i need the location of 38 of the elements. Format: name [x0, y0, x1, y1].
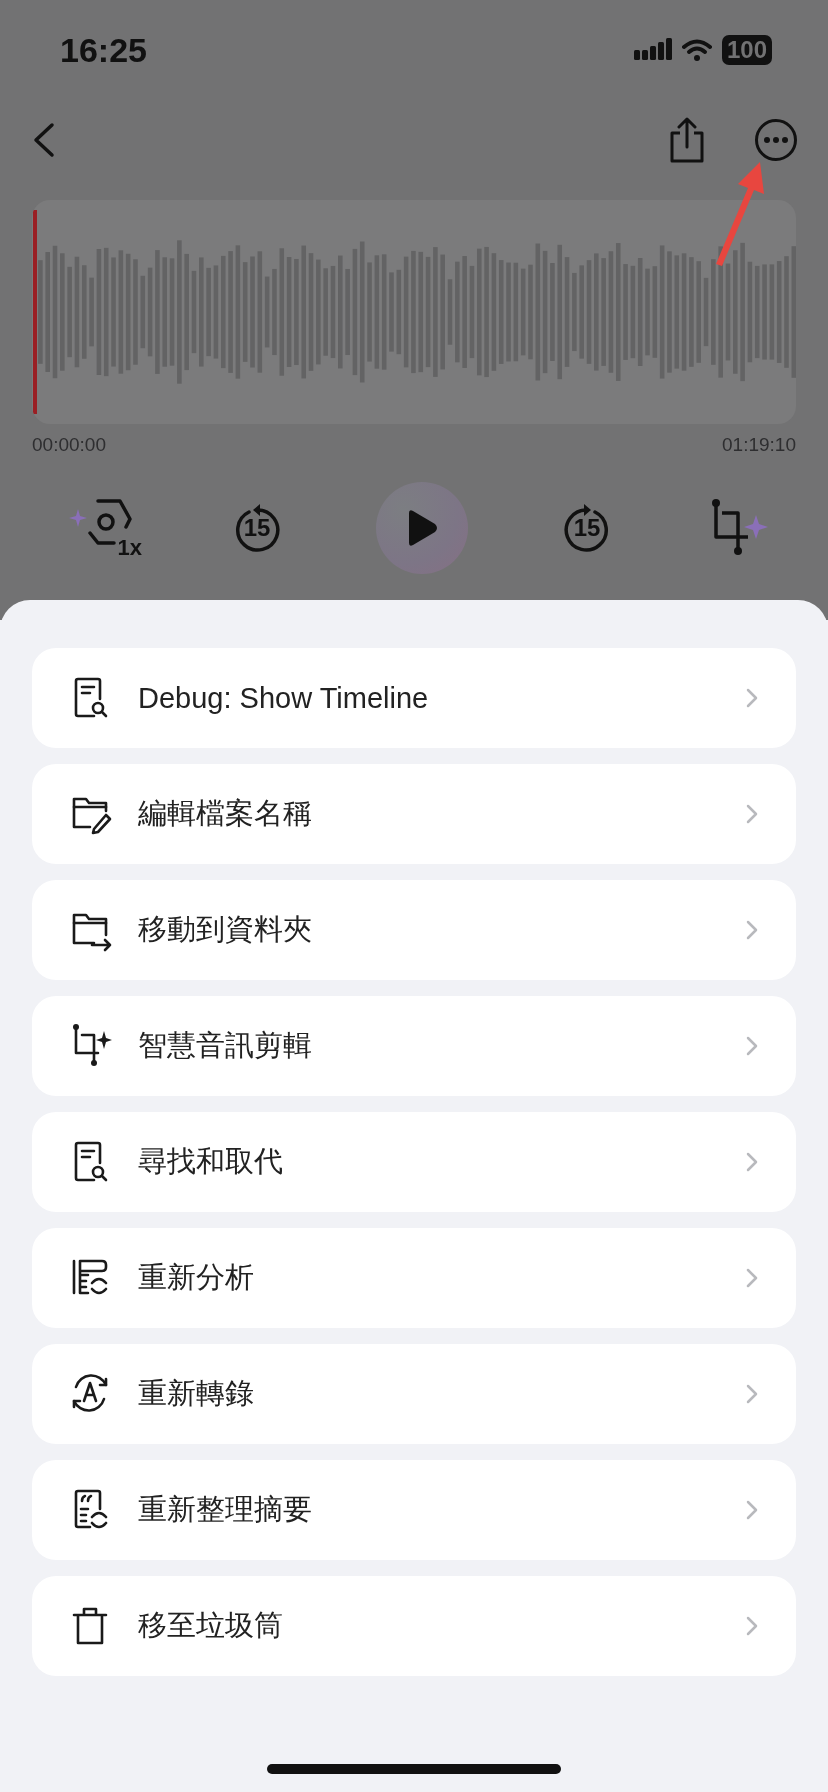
skip-back-button[interactable]: 15	[232, 502, 282, 554]
chevron-right-icon	[746, 1036, 758, 1056]
menu-item-label: Debug: Show Timeline	[138, 681, 430, 715]
chevron-right-icon	[746, 1152, 758, 1172]
menu-item-label: 智慧音訊剪輯	[138, 1028, 313, 1063]
share-icon[interactable]	[668, 117, 706, 163]
menu-item-label: 尋找和取代	[138, 1144, 284, 1179]
menu-item[interactable]: 移至垃圾筒	[32, 1576, 796, 1676]
menu-item[interactable]: 編輯檔案名稱	[32, 764, 796, 864]
battery-icon: 100	[721, 35, 772, 65]
menu-item-label: 移至垃圾筒	[138, 1608, 284, 1643]
chevron-right-icon	[746, 688, 758, 708]
menu-item-label: 編輯檔案名稱	[138, 796, 313, 831]
signal-icon	[633, 38, 672, 62]
chevron-right-icon	[746, 1384, 758, 1404]
menu-item[interactable]: 尋找和取代	[32, 1112, 796, 1212]
menu-item[interactable]: Debug: Show Timeline	[32, 648, 796, 748]
end-time: 01:19:10	[722, 434, 796, 456]
menu-item-label: 重新分析	[138, 1260, 255, 1295]
skip-forward-button[interactable]: 15	[562, 502, 612, 554]
chevron-right-icon	[746, 1500, 758, 1520]
chevron-right-icon	[746, 1616, 758, 1636]
back-icon[interactable]	[32, 122, 56, 158]
more-icon[interactable]	[754, 118, 798, 162]
chevron-right-icon	[746, 1268, 758, 1288]
menu-item-label: 重新整理摘要	[138, 1492, 313, 1527]
chevron-right-icon	[746, 804, 758, 824]
menu-item[interactable]: 移動到資料夾	[32, 880, 796, 980]
menu-item[interactable]: 重新轉錄	[32, 1344, 796, 1444]
menu-item[interactable]: 重新分析	[32, 1228, 796, 1328]
chevron-right-icon	[746, 920, 758, 940]
menu-item-label: 重新轉錄	[138, 1376, 255, 1411]
menu-item-label: 移動到資料夾	[138, 912, 313, 947]
menu-item[interactable]: 重新整理摘要	[32, 1460, 796, 1560]
status-time: 16:25	[60, 30, 147, 70]
menu-item[interactable]: 智慧音訊剪輯	[32, 996, 796, 1096]
wifi-icon	[681, 39, 712, 61]
start-time: 00:00:00	[32, 434, 106, 456]
